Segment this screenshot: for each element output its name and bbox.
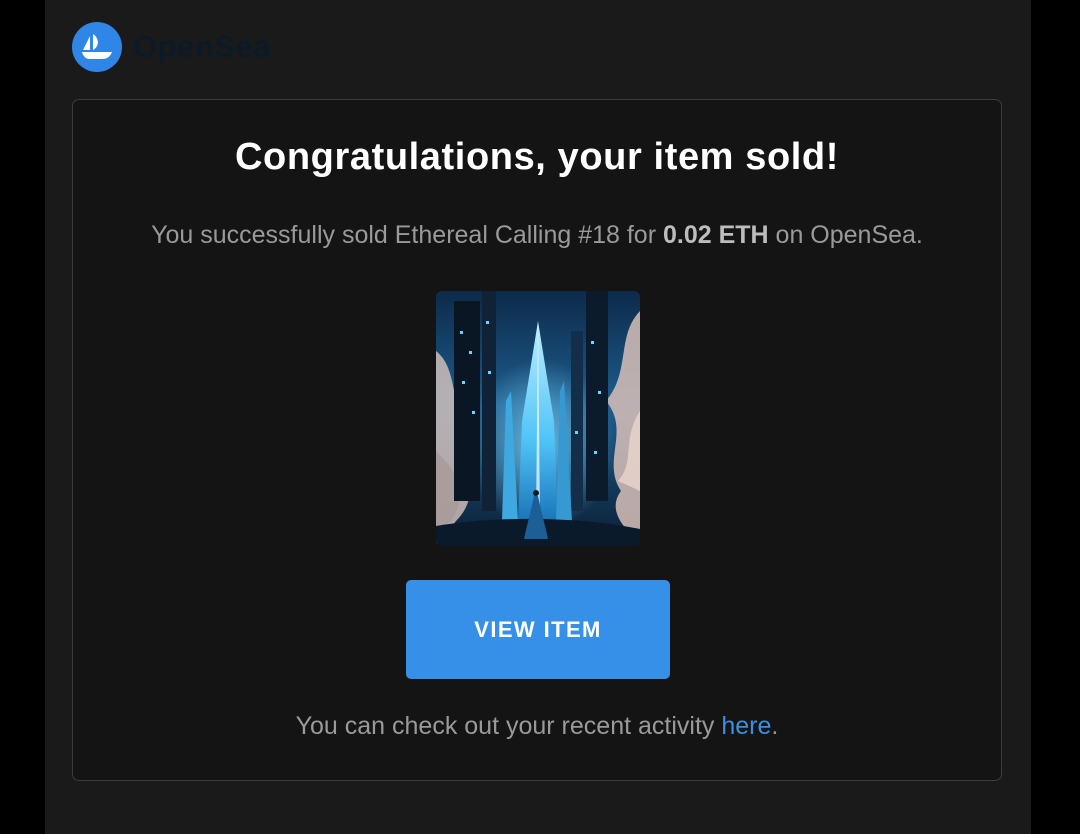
sale-summary-suffix: on OpenSea. (768, 221, 923, 249)
brand-name: OpenSea (133, 29, 271, 64)
sale-notification-card: Congratulations, your item sold! You suc… (72, 99, 1002, 781)
activity-prefix: You can check out your recent activity (295, 712, 722, 740)
nft-artwork-illustration (436, 291, 640, 546)
opensea-logo[interactable]: OpenSea (72, 22, 271, 72)
sailboat-icon (72, 22, 122, 72)
recent-activity-text: You can check out your recent activity h… (73, 712, 1001, 741)
recent-activity-link[interactable]: here (721, 712, 771, 740)
sale-summary: You successfully sold Ethereal Calling #… (73, 221, 1001, 250)
view-item-button[interactable]: VIEW ITEM (406, 580, 670, 679)
page-title: Congratulations, your item sold! (234, 136, 839, 178)
activity-suffix: . (771, 712, 779, 740)
nft-artwork-image[interactable] (436, 291, 640, 546)
sale-price: 0.02 ETH (662, 221, 769, 249)
sale-summary-prefix: You successfully sold Ethereal Calling #… (151, 221, 663, 249)
email-page: OpenSea Congratulations, your item sold!… (45, 0, 1031, 834)
